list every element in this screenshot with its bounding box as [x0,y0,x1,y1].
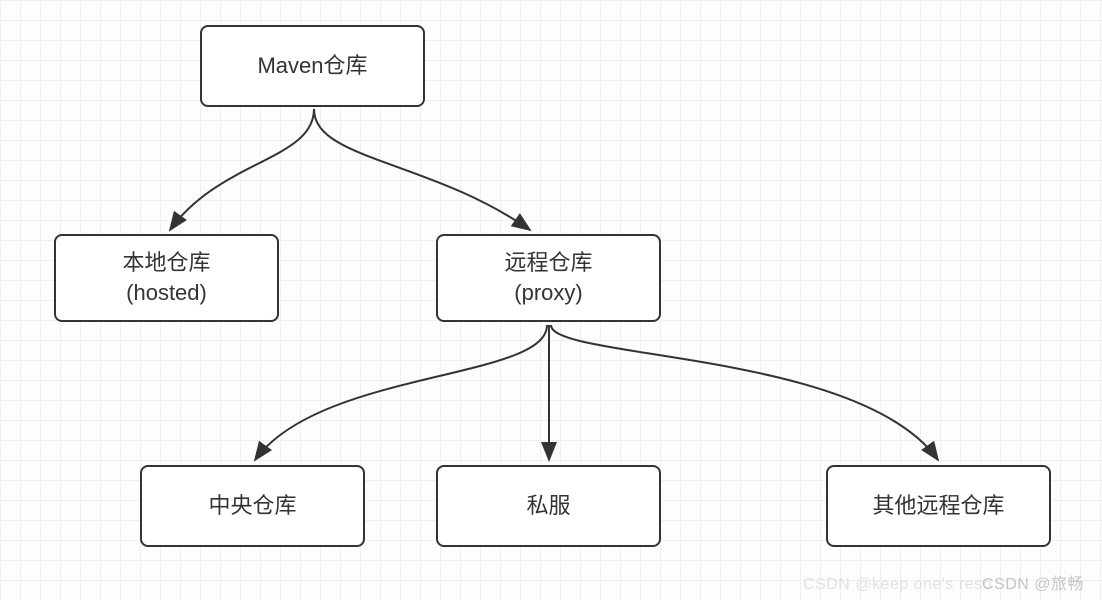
watermark-text-right: CSDN @旅畅 [982,570,1084,594]
node-local-repo: 本地仓库 (hosted) [54,234,279,322]
node-label: Maven仓库 [257,51,367,81]
node-central-repo: 中央仓库 [140,465,365,547]
node-label: 私服 [526,491,570,521]
node-private-server: 私服 [436,465,661,547]
node-other-remote: 其他远程仓库 [826,465,1051,547]
node-maven-repo: Maven仓库 [200,25,425,107]
node-label-line1: 远程仓库 [504,248,592,278]
node-label: 中央仓库 [208,491,296,521]
watermark-text-left: CSDN @keep one's reso [803,576,992,594]
node-label-line1: 本地仓库 [122,248,210,278]
node-label-line2: (hosted) [126,278,207,308]
node-label-line2: (proxy) [514,278,582,308]
node-label: 其他远程仓库 [872,491,1004,521]
node-remote-repo: 远程仓库 (proxy) [436,234,661,322]
